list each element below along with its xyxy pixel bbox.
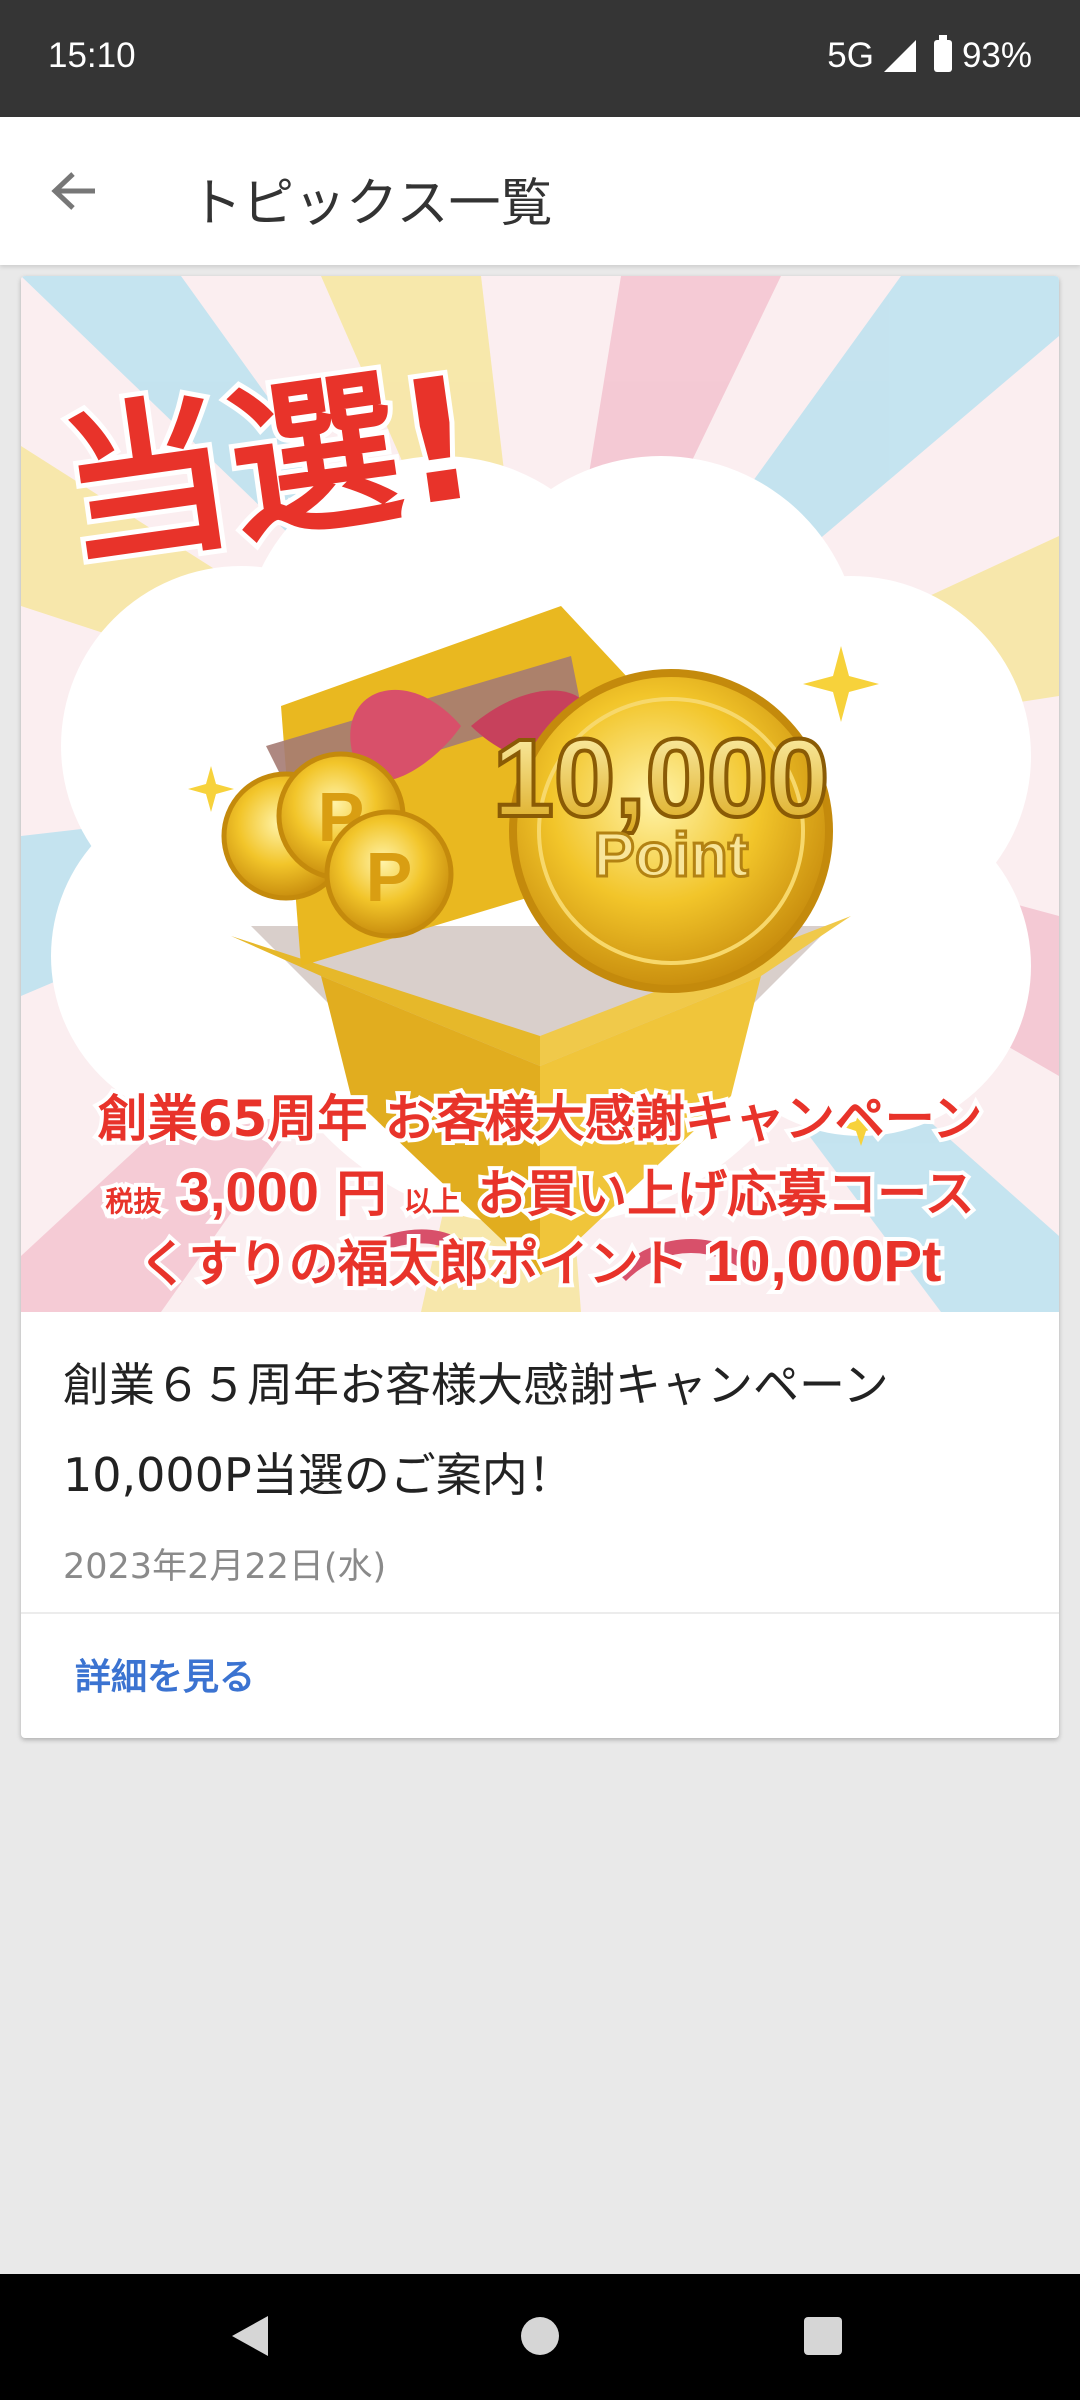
svg-text:P: P [366,838,413,916]
nav-home-icon[interactable] [521,2317,559,2355]
topic-card[interactable]: 10,000 Point P P 当選! 創業65周年 お客様大感謝キャンペーン… [21,276,1059,1738]
nav-back-icon[interactable] [232,2316,268,2356]
page-title: トピックス一覧 [190,174,553,234]
battery-icon [933,35,952,72]
status-bar: 15:10 5G 93% [0,0,1080,117]
topic-title-line-2: 10,000P当選のご案内！ [63,1448,574,1502]
campaign-banner-image[interactable]: 10,000 Point P P 当選! 創業65周年 お客様大感謝キャンペーン… [21,276,1059,1312]
topic-title-line-1: 創業６５周年お客様大感謝キャンペーン [63,1358,889,1412]
network-label: 5G [827,36,874,75]
card-divider [21,1612,1059,1614]
status-icons: 5G 93% [827,35,1032,76]
system-nav-bar [0,2274,1080,2400]
battery-level: 93% [961,36,1032,75]
view-details-link[interactable]: 詳細を見る [75,1648,255,1700]
signal-icon [883,40,916,72]
banner-line-3: くすりの福太郎ポイント 10,000Pt [139,1229,942,1294]
status-time: 15:10 [48,36,136,75]
back-button[interactable] [44,163,104,219]
topic-title[interactable]: 創業６５周年お客様大感謝キャンペーン 10,000P当選のご案内！ [63,1340,1023,1520]
banner-coin-unit: Point [594,821,749,890]
arrow-left-icon [51,172,95,210]
nav-recents-icon[interactable] [804,2317,842,2355]
banner-line-1: 創業65周年 お客様大感謝キャンペーン [98,1090,983,1148]
topic-date: 2023年2月22日(水) [63,1547,387,1587]
banner-line-2: 税抜 3,000 円 以上 お買い上げ応募コース [105,1160,974,1223]
app-bar: トピックス一覧 [0,117,1080,265]
